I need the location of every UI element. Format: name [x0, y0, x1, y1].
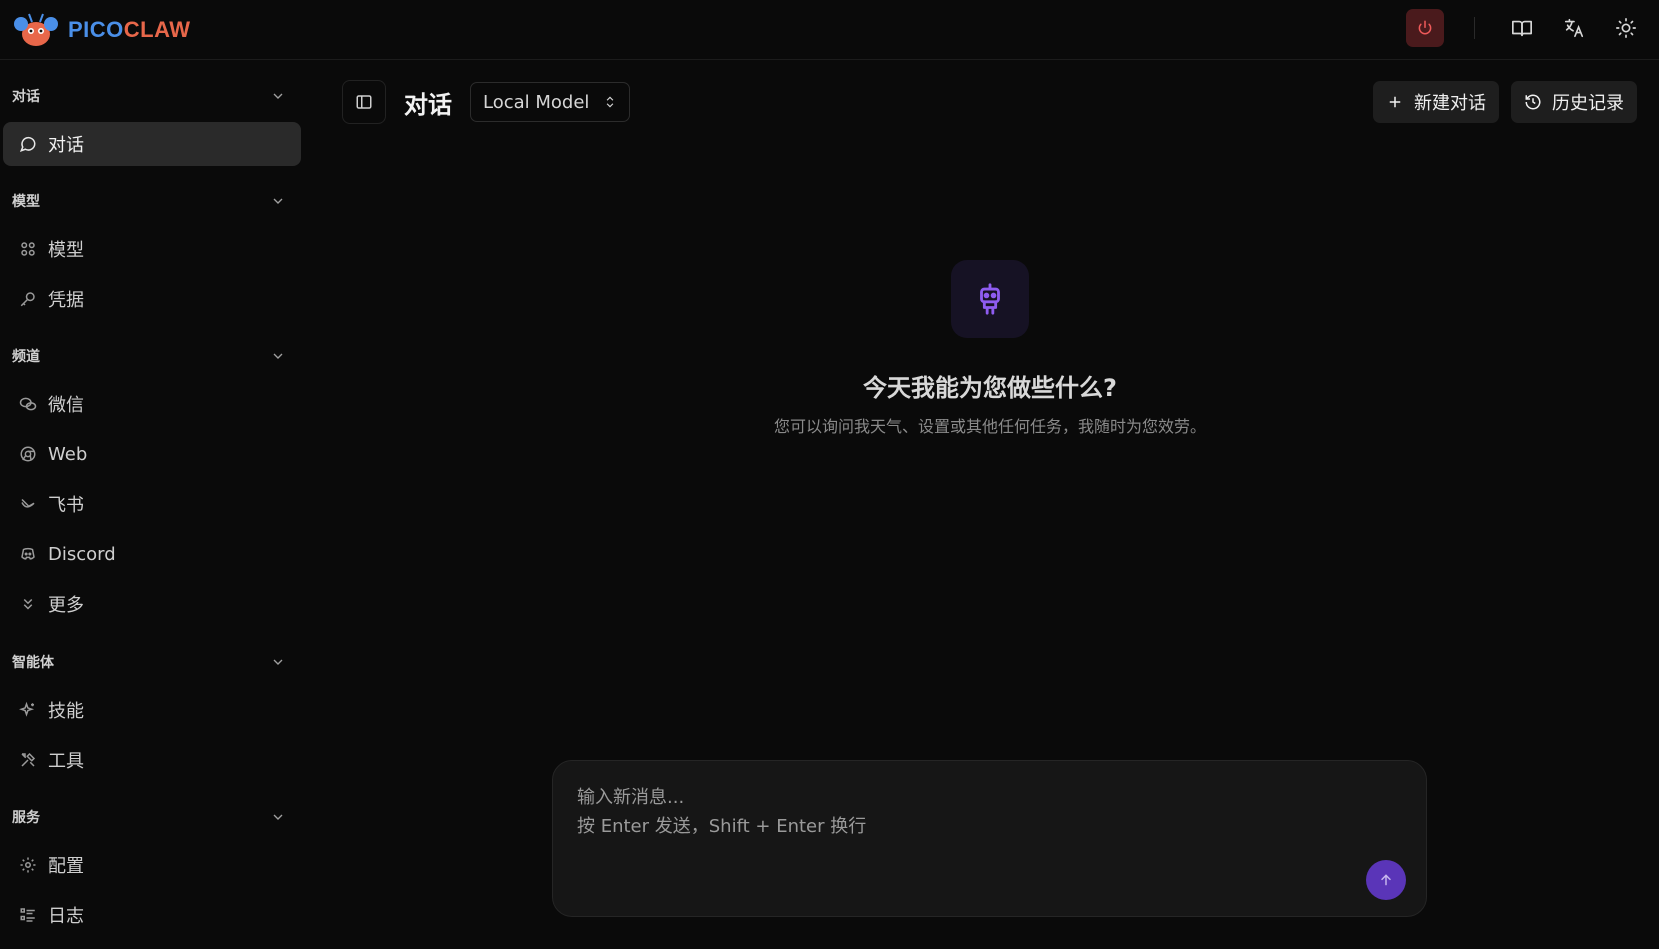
theme-toggle-button[interactable]	[1609, 11, 1643, 45]
message-circle-icon	[19, 136, 36, 153]
language-button[interactable]	[1557, 11, 1591, 45]
discord-icon	[21, 547, 35, 560]
sidebar-item-skills[interactable]: 技能	[3, 688, 301, 732]
model-select[interactable]: Local Model	[470, 82, 631, 122]
section-title: 服务	[12, 810, 40, 826]
sidebar-item-logs[interactable]: 日志	[3, 893, 301, 937]
sidebar-item-label: 更多	[48, 595, 84, 616]
sidebar: 对话 对话 模型 模型 凭据 频道 微信 Web 飞书 Discord 更多 智…	[0, 61, 306, 949]
history-label: 历史记录	[1552, 93, 1624, 114]
sidebar-item-label: 日志	[48, 906, 84, 927]
sidebar-item-label: 工具	[48, 751, 84, 772]
sidebar-item-label: 配置	[48, 856, 84, 877]
model-select-value: Local Model	[483, 91, 590, 113]
main-header: 对话 Local Model	[342, 80, 631, 124]
sidebar-toggle-button[interactable]	[342, 80, 386, 124]
web-icon	[20, 446, 36, 462]
sidebar-section-channels[interactable]: 频道	[12, 344, 292, 368]
book-icon	[1512, 20, 1532, 37]
chevron-down-icon	[273, 814, 283, 820]
list-icon	[20, 908, 35, 922]
sidebar-item-chat[interactable]: 对话	[3, 122, 301, 166]
chevrons-up-down-icon	[607, 96, 614, 108]
lobster-logo-icon	[14, 13, 58, 46]
sidebar-item-more[interactable]: 更多	[3, 582, 301, 626]
section-title: 智能体	[12, 655, 54, 671]
history-icon	[1525, 94, 1541, 110]
section-title: 频道	[12, 349, 40, 365]
app-name: PICOCLAW	[68, 17, 191, 42]
tools-icon	[21, 752, 36, 767]
sidebar-item-discord[interactable]: Discord	[3, 532, 301, 576]
empty-state: 今天我能为您做些什么? 您可以询问我天气、设置或其他任何任务，我随时为您效劳。	[700, 260, 1280, 437]
chevron-down-icon	[273, 93, 283, 99]
section-title: 模型	[12, 194, 40, 210]
sidebar-item-label: 凭据	[48, 290, 84, 311]
sidebar-item-config[interactable]: 配置	[3, 843, 301, 887]
sidebar-section-chat[interactable]: 对话	[12, 84, 292, 108]
sun-icon	[1616, 18, 1636, 38]
power-button[interactable]	[1406, 9, 1444, 47]
sidebar-item-label: Discord	[48, 543, 116, 565]
key-icon	[20, 292, 35, 307]
new-chat-label: 新建对话	[1414, 93, 1486, 114]
sidebar-item-label: 微信	[48, 395, 84, 416]
hero-subtitle: 您可以询问我天气、设置或其他任何任务，我随时为您效劳。	[773, 417, 1206, 436]
plus-icon	[1389, 96, 1401, 108]
docs-button[interactable]	[1505, 11, 1539, 45]
chevron-down-icon	[273, 353, 283, 359]
power-icon	[1418, 20, 1432, 35]
sparkles-icon	[19, 701, 35, 717]
sidebar-section-models[interactable]: 模型	[12, 189, 292, 213]
sidebar-item-credentials[interactable]: 凭据	[3, 277, 301, 321]
sidebar-item-tools[interactable]: 工具	[3, 738, 301, 782]
toolbar-divider	[1474, 17, 1475, 39]
sidebar-item-label: Web	[48, 443, 88, 465]
panel-left-icon	[356, 95, 372, 109]
chevrons-down-icon	[23, 598, 33, 610]
robot-icon	[980, 283, 1000, 315]
sidebar-item-feishu[interactable]: 飞书	[3, 482, 301, 526]
section-title: 对话	[12, 89, 40, 105]
wechat-icon	[19, 397, 37, 411]
sidebar-item-models[interactable]: 模型	[3, 227, 301, 271]
app-logo[interactable]: PICOCLAW	[10, 8, 191, 52]
sidebar-section-agents[interactable]: 智能体	[12, 650, 292, 674]
sidebar-item-label: 飞书	[48, 495, 84, 516]
hero-title: 今天我能为您做些什么?	[863, 374, 1117, 402]
translate-icon	[1564, 18, 1584, 38]
new-chat-button[interactable]: 新建对话	[1373, 81, 1499, 123]
history-button[interactable]: 历史记录	[1511, 81, 1637, 123]
model-icon	[21, 242, 35, 256]
message-input-placeholder[interactable]: 输入新消息... 按 Enter 发送，Shift + Enter 换行	[577, 783, 866, 841]
send-button[interactable]	[1366, 860, 1406, 900]
sidebar-item-label: 模型	[48, 240, 84, 261]
page-title: 对话	[404, 90, 452, 119]
sidebar-item-wechat[interactable]: 微信	[3, 382, 301, 426]
gear-icon	[20, 857, 36, 873]
sidebar-item-web[interactable]: Web	[3, 432, 301, 476]
sidebar-item-label: 对话	[48, 135, 84, 156]
sidebar-item-label: 技能	[48, 701, 84, 722]
arrow-up-icon	[1381, 874, 1391, 886]
chevron-down-icon	[273, 198, 283, 204]
robot-tile	[951, 260, 1029, 338]
chevron-down-icon	[273, 659, 283, 665]
top-bar: PICOCLAW	[0, 0, 1659, 60]
feishu-icon	[21, 498, 35, 508]
message-composer[interactable]: 输入新消息... 按 Enter 发送，Shift + Enter 换行	[552, 760, 1427, 917]
sidebar-section-services[interactable]: 服务	[12, 805, 292, 829]
